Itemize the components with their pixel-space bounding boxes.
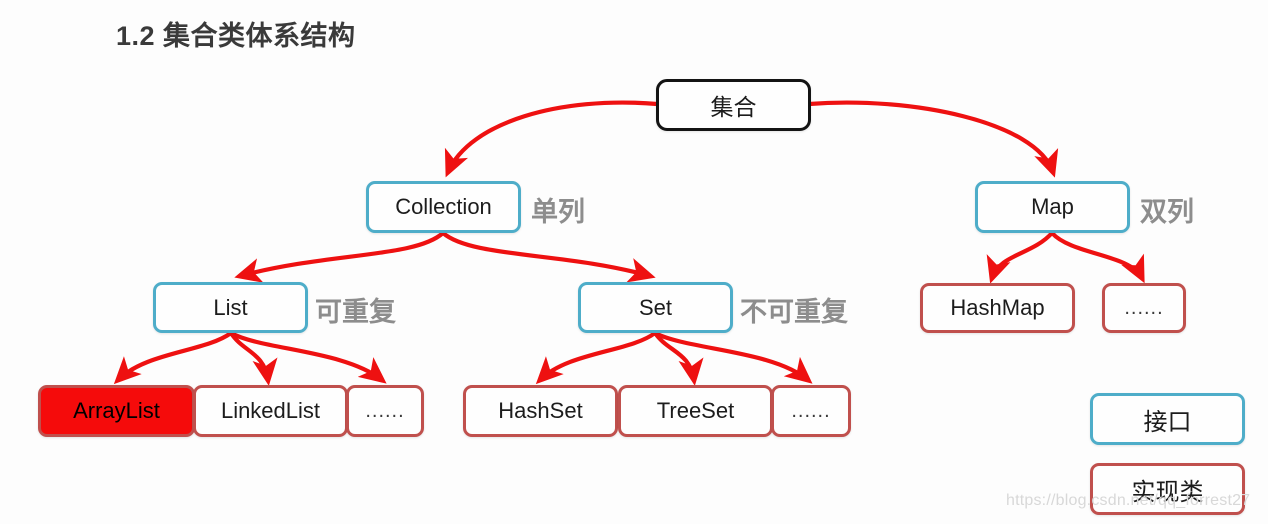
node-arraylist[interactable]: ArrayList <box>38 385 195 437</box>
legend-label: 接口 <box>1143 408 1192 436</box>
node-linkedlist[interactable]: LinkedList <box>193 385 348 437</box>
node-label: ...... <box>365 399 405 422</box>
annotation-collection-single-column: 单列 <box>531 197 585 227</box>
node-label: HashMap <box>950 295 1045 320</box>
node-label: HashSet <box>498 398 583 423</box>
node-map-more[interactable]: ...... <box>1102 283 1186 333</box>
node-list[interactable]: List <box>153 282 308 333</box>
node-label: ArrayList <box>73 398 160 423</box>
diagram-edges <box>113 100 1145 386</box>
annotation-list-repeatable: 可重复 <box>315 297 396 327</box>
node-set-more[interactable]: ...... <box>771 385 851 437</box>
node-label: Collection <box>395 194 492 219</box>
diagram-canvas: 1.2 集合类体系结构 集合 Collection 单列 Map 双列 List… <box>0 0 1268 524</box>
node-collection[interactable]: Collection <box>366 181 521 233</box>
watermark: https://blog.csdn.net/qq_forrest27 <box>1006 492 1251 509</box>
node-label: LinkedList <box>220 398 321 423</box>
node-label: Set <box>638 294 673 320</box>
annotation-map-double-column: 双列 <box>1140 197 1194 227</box>
node-label: Map <box>1031 194 1074 219</box>
node-label: List <box>213 294 248 320</box>
node-label: TreeSet <box>656 398 735 423</box>
node-set[interactable]: Set <box>578 282 733 333</box>
annotation-set-not-repeatable: 不可重复 <box>740 297 848 327</box>
node-hashset[interactable]: HashSet <box>463 385 618 437</box>
node-label: 集合 <box>710 94 757 120</box>
node-root-collection-set[interactable]: 集合 <box>656 79 811 131</box>
legend-interface: 接口 <box>1090 393 1245 445</box>
node-label: ...... <box>1124 296 1164 319</box>
node-list-more[interactable]: ...... <box>346 385 424 437</box>
page-title: 1.2 集合类体系结构 <box>116 21 356 51</box>
node-map[interactable]: Map <box>975 181 1130 233</box>
node-label: ...... <box>791 399 831 422</box>
node-treeset[interactable]: TreeSet <box>618 385 773 437</box>
node-hashmap[interactable]: HashMap <box>920 283 1075 333</box>
